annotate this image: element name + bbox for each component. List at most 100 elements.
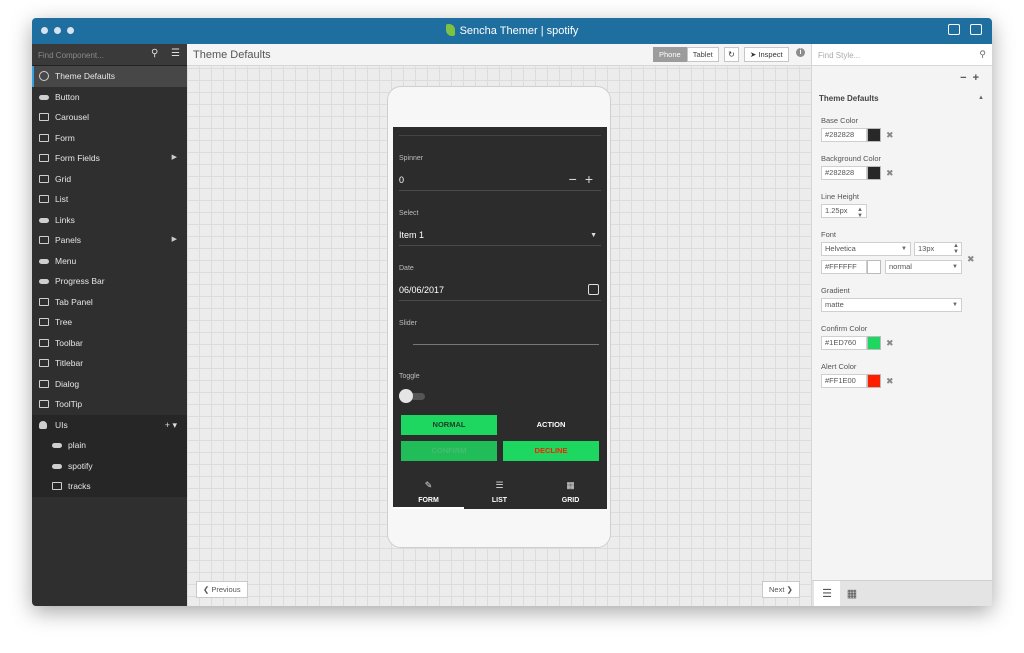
inspect-button-label: Inspect	[758, 50, 783, 59]
sidebar-item-label: Menu	[55, 255, 77, 266]
confirm-color-swatch[interactable]	[867, 336, 881, 350]
table-icon[interactable]: ▦	[839, 581, 865, 606]
preview-toolbar: Theme Defaults Phone Tablet ↻ ➤ Inspect …	[187, 44, 811, 66]
close-icon[interactable]: ✖	[886, 376, 894, 387]
stepper-icon[interactable]: ▲ ▼	[953, 243, 959, 255]
font-family-select[interactable]: Helvetica	[821, 242, 911, 256]
sidebar-item-carousel[interactable]: Carousel	[32, 107, 187, 128]
sliders-icon[interactable]: ☰	[814, 581, 840, 606]
previous-button[interactable]: ❮ Previous	[196, 581, 248, 598]
tab-grid[interactable]: ▦ GRID	[535, 475, 606, 509]
chevron-up-icon[interactable]: ▲	[978, 95, 984, 101]
search-icon[interactable]: ⚲	[979, 49, 986, 60]
hamburger-menu-icon[interactable]: ☰	[171, 48, 180, 59]
sidebar-item-ui-tracks[interactable]: tracks	[32, 476, 187, 497]
phone-button[interactable]: Phone	[653, 47, 687, 62]
next-button[interactable]: Next ❯	[762, 581, 800, 598]
plus-icon[interactable]: +	[585, 171, 601, 187]
component-search-input[interactable]	[38, 48, 143, 62]
add-ui-button[interactable]: + ▾	[165, 415, 177, 436]
tablet-button[interactable]: Tablet	[686, 47, 719, 62]
sidebar-item-label: Form	[55, 132, 75, 143]
spinner-controls[interactable]: −+	[569, 171, 601, 187]
sidebar-item-toolbar[interactable]: Toolbar	[32, 333, 187, 354]
background-color-label: Background Color	[821, 154, 882, 163]
font-color-swatch[interactable]	[867, 260, 881, 274]
confirm-color-field[interactable]: #1ED760	[821, 336, 867, 350]
sidebar-item-label: Grid	[55, 173, 72, 184]
inspect-button[interactable]: ➤ Inspect	[744, 47, 789, 62]
tab-form[interactable]: ✎ FORM	[393, 475, 464, 509]
minus-icon[interactable]: −	[960, 72, 972, 84]
search-icon[interactable]: ⚲	[151, 48, 158, 59]
calendar-icon[interactable]	[588, 284, 599, 295]
sidebar-item-list[interactable]: List	[32, 189, 187, 210]
rotate-device-button[interactable]: ↻	[724, 47, 739, 62]
gradient-select[interactable]: matte	[821, 298, 962, 312]
chevron-down-icon[interactable]: ▼	[952, 264, 958, 270]
font-weight-select[interactable]: normal	[885, 260, 962, 274]
chevron-right-icon[interactable]: ▶	[172, 148, 177, 169]
toggle-label: Toggle	[399, 373, 420, 380]
style-search-input[interactable]	[818, 48, 968, 62]
chevron-right-icon[interactable]: ▶	[172, 230, 177, 251]
chevron-down-icon[interactable]: ▼	[952, 302, 958, 308]
alert-color-field[interactable]: #FF1E00	[821, 374, 867, 388]
date-value[interactable]: 06/06/2017	[399, 285, 444, 295]
spinner-value[interactable]: 0	[399, 175, 404, 185]
sidebar-item-tooltip[interactable]: ToolTip	[32, 394, 187, 415]
sidebar-item-tree[interactable]: Tree	[32, 312, 187, 333]
sidebar-item-dialog[interactable]: Dialog	[32, 374, 187, 395]
confirm-button[interactable]: CONFIRM	[401, 441, 497, 461]
close-icon[interactable]: ✖	[967, 254, 975, 265]
tab-list[interactable]: ☰ LIST	[464, 475, 535, 509]
action-button[interactable]: ACTION	[503, 415, 599, 435]
sidebar-item-links[interactable]: Links	[32, 210, 187, 231]
sidebar-item-ui-plain[interactable]: plain	[32, 435, 187, 456]
base-color-field[interactable]: #282828	[821, 128, 867, 142]
film-icon[interactable]	[948, 24, 960, 35]
base-color-label: Base Color	[821, 116, 859, 125]
tab-panel-icon	[39, 297, 49, 306]
sidebar-item-uis[interactable]: UIs + ▾	[32, 414, 187, 436]
sidebar-item-form[interactable]: Form	[32, 128, 187, 149]
sidebar-item-label: UIs	[55, 419, 68, 430]
close-icon[interactable]: ✖	[886, 338, 894, 349]
tree-icon	[39, 318, 49, 326]
phone-screen: Spinner 0 −+ Select Item 1 ▼ Date 06/06/…	[393, 127, 607, 509]
base-color-swatch[interactable]	[867, 128, 881, 142]
sidebar-item-grid[interactable]: Grid	[32, 169, 187, 190]
plus-icon[interactable]: +	[973, 72, 985, 84]
sidebar-item-panels[interactable]: Panels ▶	[32, 230, 187, 251]
slider-track[interactable]	[413, 344, 599, 345]
sidebar-item-progress-bar[interactable]: Progress Bar	[32, 271, 187, 292]
normal-button[interactable]: NORMAL	[401, 415, 497, 435]
book-icon[interactable]	[970, 24, 982, 35]
sidebar-item-label: Carousel	[55, 112, 90, 122]
sidebar-item-ui-spotify[interactable]: spotify	[32, 455, 187, 476]
select-value[interactable]: Item 1	[399, 230, 424, 240]
component-list: Theme Defaults Button Carousel Form Form…	[32, 66, 187, 497]
close-icon[interactable]: ✖	[886, 130, 894, 141]
background-color-swatch[interactable]	[867, 166, 881, 180]
sidebar-item-theme-defaults[interactable]: Theme Defaults	[32, 66, 187, 87]
info-icon[interactable]: i	[796, 48, 805, 57]
alert-color-swatch[interactable]	[867, 374, 881, 388]
font-color-field[interactable]: #FFFFFF	[821, 260, 867, 274]
sidebar-item-titlebar[interactable]: Titlebar	[32, 353, 187, 374]
tab-label: GRID	[561, 497, 580, 504]
minus-icon[interactable]: −	[569, 171, 585, 187]
tooltip-icon	[39, 400, 49, 408]
sidebar-item-menu[interactable]: Menu	[32, 251, 187, 272]
stepper-icon[interactable]: ▲ ▼	[857, 207, 863, 219]
sidebar-item-button[interactable]: Button	[32, 87, 187, 108]
chevron-down-icon[interactable]: ▼	[590, 232, 597, 239]
sidebar-item-tab-panel[interactable]: Tab Panel	[32, 292, 187, 313]
background-color-field[interactable]: #282828	[821, 166, 867, 180]
close-icon[interactable]: ✖	[886, 168, 894, 179]
decline-button[interactable]: DECLINE	[503, 441, 599, 461]
toggle-thumb[interactable]	[399, 389, 413, 403]
sidebar-item-form-fields[interactable]: Form Fields ▶	[32, 148, 187, 169]
chevron-down-icon[interactable]: ▼	[901, 246, 907, 252]
links-icon	[39, 217, 49, 223]
